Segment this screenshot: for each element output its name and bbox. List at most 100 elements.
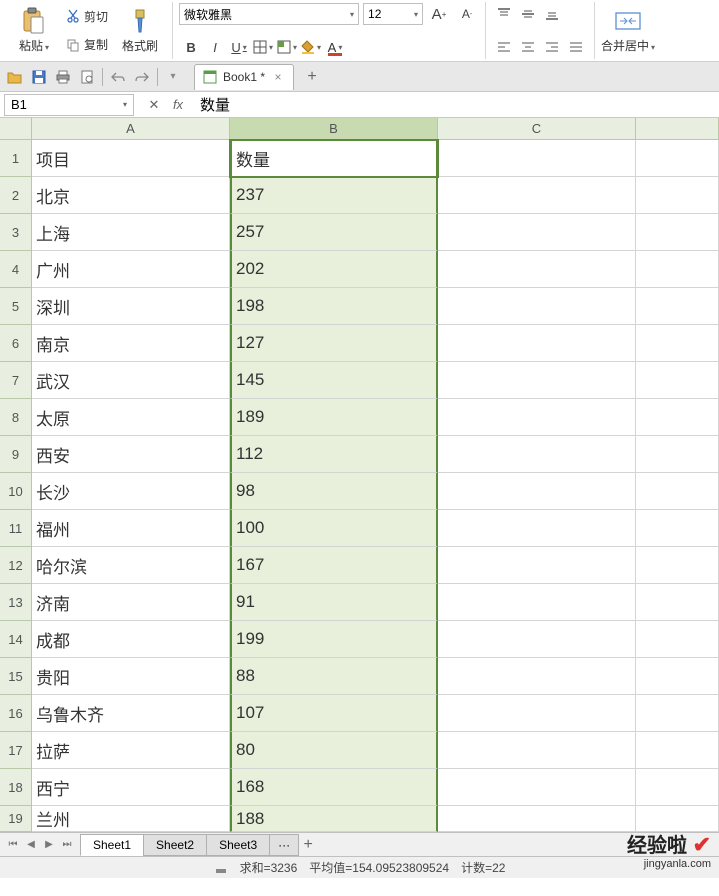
redo-button[interactable]: [131, 66, 153, 88]
formula-input[interactable]: [194, 94, 719, 116]
align-left-button[interactable]: [492, 35, 516, 59]
cell[interactable]: [438, 214, 636, 251]
cell[interactable]: [636, 473, 719, 510]
merge-center-button[interactable]: 合并居中▾: [597, 0, 659, 61]
cell[interactable]: [438, 547, 636, 584]
cell[interactable]: 武汉: [32, 362, 230, 399]
row-header[interactable]: 3: [0, 214, 32, 251]
cell[interactable]: [636, 362, 719, 399]
cell[interactable]: 深圳: [32, 288, 230, 325]
cell[interactable]: 257: [230, 214, 438, 251]
cell[interactable]: [438, 621, 636, 658]
cell[interactable]: [438, 584, 636, 621]
align-center-button[interactable]: [516, 35, 540, 59]
cell[interactable]: [636, 399, 719, 436]
sheet-tab-2[interactable]: Sheet2: [143, 834, 207, 856]
cell[interactable]: [438, 362, 636, 399]
cell[interactable]: [438, 658, 636, 695]
cell[interactable]: [438, 732, 636, 769]
row-header[interactable]: 7: [0, 362, 32, 399]
font-color-button[interactable]: A▾: [323, 35, 347, 59]
cell[interactable]: 237: [230, 177, 438, 214]
row-header[interactable]: 13: [0, 584, 32, 621]
cell[interactable]: 198: [230, 288, 438, 325]
column-header-B[interactable]: B: [230, 118, 438, 140]
cell[interactable]: [636, 732, 719, 769]
cut-button[interactable]: 剪切: [64, 6, 110, 26]
cell[interactable]: [636, 325, 719, 362]
cell[interactable]: 188: [230, 806, 438, 832]
row-header[interactable]: 12: [0, 547, 32, 584]
cell[interactable]: [438, 769, 636, 806]
cell[interactable]: 太原: [32, 399, 230, 436]
align-top-button[interactable]: [492, 2, 516, 26]
cell[interactable]: 西安: [32, 436, 230, 473]
cell[interactable]: 107: [230, 695, 438, 732]
cell[interactable]: [636, 288, 719, 325]
cell[interactable]: 哈尔滨: [32, 547, 230, 584]
print-button[interactable]: [52, 66, 74, 88]
cell[interactable]: [636, 769, 719, 806]
cell[interactable]: [438, 436, 636, 473]
name-box[interactable]: B1 ▾: [4, 94, 134, 116]
grow-font-button[interactable]: A+: [427, 2, 451, 26]
close-tab-button[interactable]: ×: [271, 70, 285, 84]
add-tab-button[interactable]: +: [300, 65, 324, 89]
cell[interactable]: [438, 473, 636, 510]
cell[interactable]: 91: [230, 584, 438, 621]
format-painter-button[interactable]: 格式刷: [114, 2, 166, 59]
cell[interactable]: [438, 140, 636, 177]
column-header-A[interactable]: A: [32, 118, 230, 140]
print-preview-button[interactable]: [76, 66, 98, 88]
border-button[interactable]: ▾: [251, 35, 275, 59]
cell[interactable]: 98: [230, 473, 438, 510]
cell[interactable]: [636, 177, 719, 214]
cell[interactable]: 202: [230, 251, 438, 288]
row-header[interactable]: 14: [0, 621, 32, 658]
save-button[interactable]: [28, 66, 50, 88]
open-button[interactable]: [4, 66, 26, 88]
cell[interactable]: [438, 177, 636, 214]
cell[interactable]: 112: [230, 436, 438, 473]
align-right-button[interactable]: [540, 35, 564, 59]
cell[interactable]: 福州: [32, 510, 230, 547]
cancel-edit-button[interactable]: ✕: [144, 95, 164, 115]
cell[interactable]: [438, 325, 636, 362]
more-button[interactable]: ▾: [162, 66, 184, 88]
undo-button[interactable]: [107, 66, 129, 88]
cell[interactable]: 西宁: [32, 769, 230, 806]
sheet-tab-3[interactable]: Sheet3: [206, 834, 270, 856]
cell[interactable]: 贵阳: [32, 658, 230, 695]
cell[interactable]: 189: [230, 399, 438, 436]
cell[interactable]: [636, 140, 719, 177]
align-middle-button[interactable]: [516, 2, 540, 26]
paste-button[interactable]: 粘贴▾: [8, 2, 60, 59]
sheet-tab-1[interactable]: Sheet1: [80, 834, 144, 856]
row-header[interactable]: 4: [0, 251, 32, 288]
align-bottom-button[interactable]: [540, 2, 564, 26]
row-header[interactable]: 6: [0, 325, 32, 362]
sheet-nav-next[interactable]: ▶: [40, 836, 58, 854]
cell[interactable]: 广州: [32, 251, 230, 288]
row-header[interactable]: 18: [0, 769, 32, 806]
sheet-nav-last[interactable]: ⏭: [58, 836, 76, 854]
column-header-blank[interactable]: [636, 118, 719, 140]
cell[interactable]: 拉萨: [32, 732, 230, 769]
justify-button[interactable]: [564, 35, 588, 59]
cell[interactable]: 南京: [32, 325, 230, 362]
cell[interactable]: [636, 214, 719, 251]
row-header[interactable]: 5: [0, 288, 32, 325]
cell[interactable]: 上海: [32, 214, 230, 251]
cell-style-button[interactable]: ▾: [275, 35, 299, 59]
row-header[interactable]: 16: [0, 695, 32, 732]
cell[interactable]: [636, 584, 719, 621]
cell[interactable]: 127: [230, 325, 438, 362]
cell[interactable]: 济南: [32, 584, 230, 621]
cell[interactable]: 乌鲁木齐: [32, 695, 230, 732]
fx-button[interactable]: fx: [168, 95, 188, 115]
cell[interactable]: [438, 510, 636, 547]
cell[interactable]: [438, 251, 636, 288]
row-header[interactable]: 19: [0, 806, 32, 832]
cell[interactable]: 北京: [32, 177, 230, 214]
sheet-nav-first[interactable]: ⏮: [4, 836, 22, 854]
